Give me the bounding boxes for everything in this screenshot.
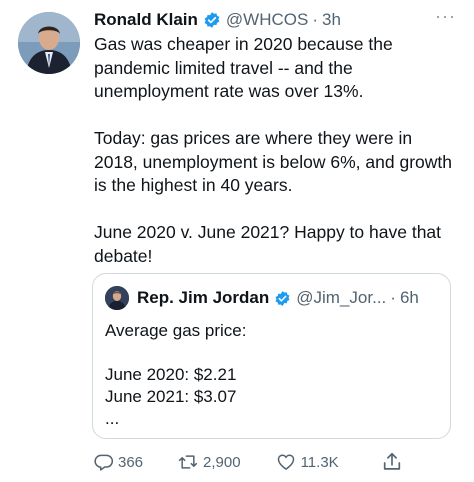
quoted-line: June 2020: $2.21 [105, 365, 237, 384]
like-button[interactable]: 11.3K [275, 452, 339, 472]
quoted-line: Average gas price: [105, 321, 247, 340]
quoted-tweet-text: Average gas price: June 2020: $2.21 June… [105, 320, 246, 430]
quoted-tweet[interactable]: Rep. Jim Jordan @Jim_Jor... · 6h Average… [92, 273, 451, 439]
tweet-paragraph: Today: gas prices are where they were in… [94, 128, 452, 195]
like-count: 11.3K [300, 453, 339, 471]
tweet-header: Ronald Klain @WHCOS · 3h [94, 9, 341, 31]
more-icon[interactable]: ··· [435, 6, 456, 27]
retweet-icon [178, 455, 198, 469]
quoted-author-handle: @Jim_Jor... [296, 288, 387, 307]
quoted-author-name: Rep. Jim Jordan [137, 288, 270, 307]
retweet-count: 2,900 [203, 453, 241, 471]
header-separator: · [312, 10, 318, 29]
quoted-line: June 2021: $3.07 [105, 387, 237, 406]
verified-badge-icon [274, 290, 291, 307]
reply-button[interactable]: 366 [94, 452, 143, 472]
reply-icon [94, 454, 114, 471]
share-icon [383, 452, 400, 470]
author-handle[interactable]: @WHCOS [226, 10, 308, 30]
quoted-tweet-header: Rep. Jim Jordan @Jim_Jor... · 6h [105, 286, 419, 310]
author-avatar[interactable] [18, 12, 80, 74]
tweet-time[interactable]: 3h [322, 10, 341, 30]
verified-badge-icon [203, 11, 221, 29]
tweet-text: Gas was cheaper in 2020 because the pand… [94, 33, 454, 292]
quoted-tweet-time: 6h [399, 288, 419, 307]
retweet-button[interactable]: 2,900 [177, 452, 241, 472]
quoted-author-avatar [105, 286, 129, 310]
quoted-header-separator: · [390, 288, 396, 307]
quoted-line: ... [105, 409, 120, 428]
reply-count: 366 [118, 453, 144, 471]
author-name[interactable]: Ronald Klain [94, 10, 198, 30]
tweet-paragraph: Gas was cheaper in 2020 because the pand… [94, 34, 393, 101]
like-icon [277, 454, 294, 470]
share-button[interactable] [381, 451, 407, 473]
tweet[interactable]: Ronald Klain @WHCOS · 3h ··· Gas was che… [0, 0, 474, 482]
tweet-paragraph: June 2020 v. June 2021? Happy to have th… [94, 222, 442, 266]
action-bar: 366 2,900 11.3K [94, 451, 414, 473]
